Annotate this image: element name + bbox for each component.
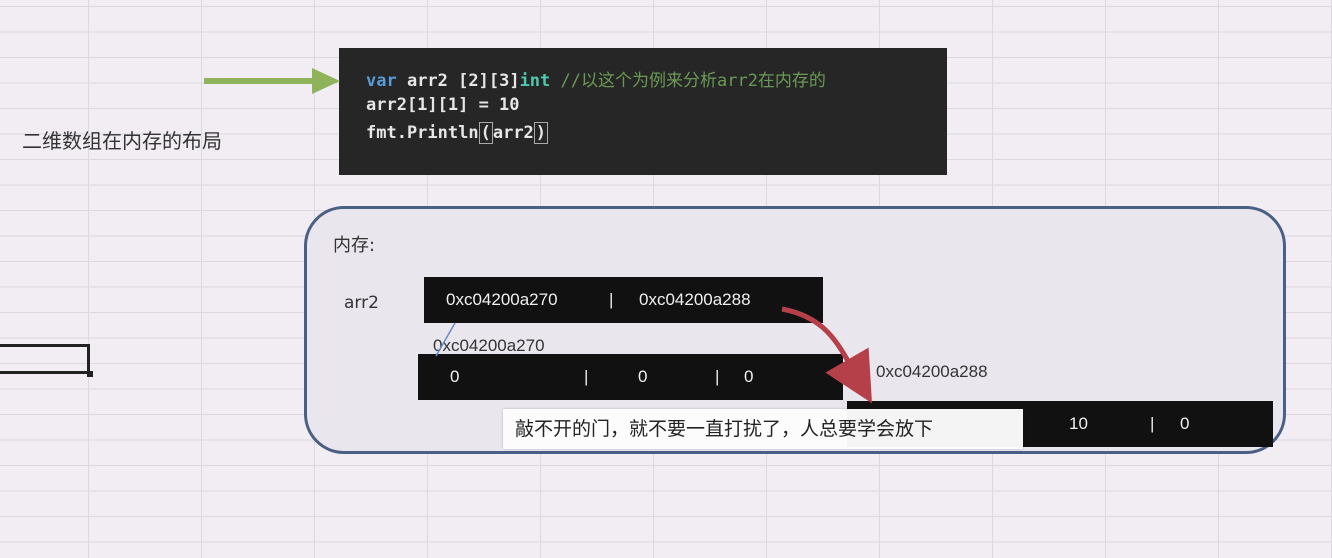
diagram-arrows xyxy=(204,68,873,404)
pointer-link-line xyxy=(435,322,456,357)
green-arrow-icon xyxy=(204,68,340,94)
red-curved-arrow-icon xyxy=(781,306,873,404)
video-subtitle: 敲不开的门，就不要一直打扰了，人总要学会放下 xyxy=(503,409,1023,449)
